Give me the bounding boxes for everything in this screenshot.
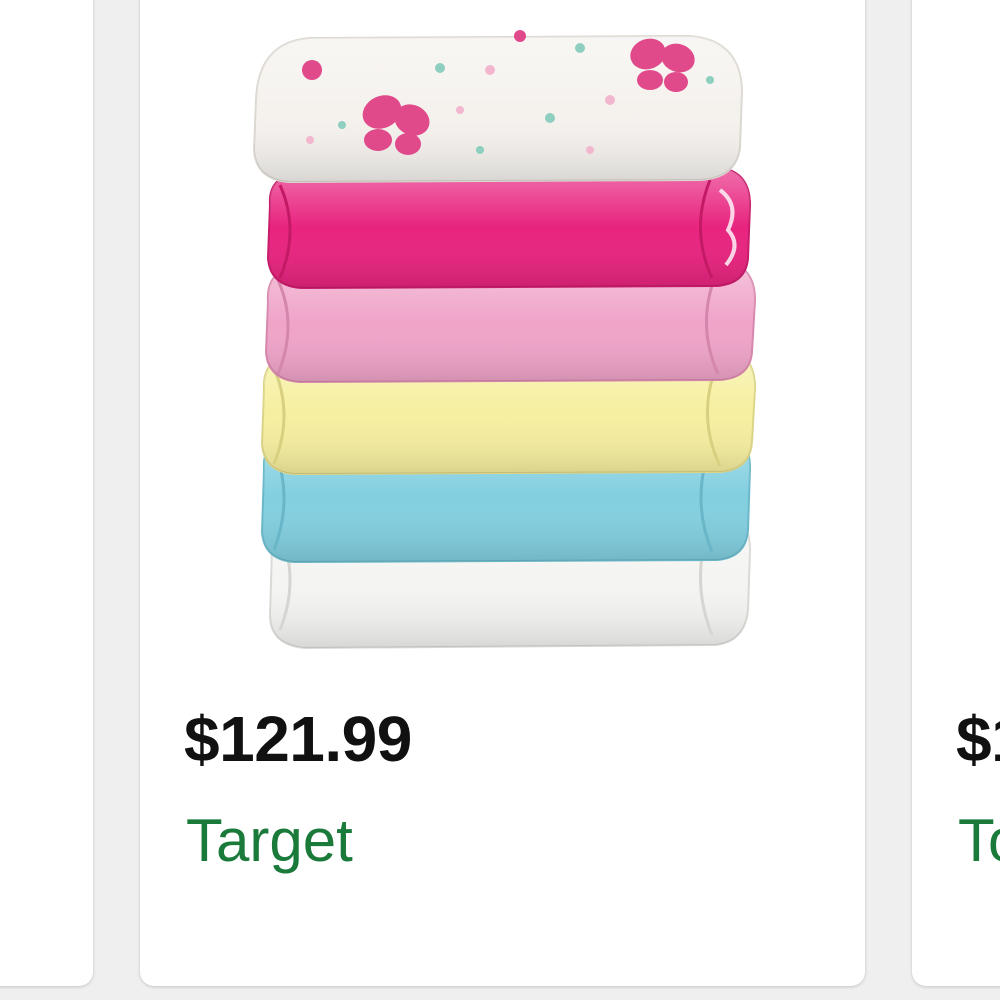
diaper-butterfly-print: [252, 30, 744, 184]
product-price: $121.99: [184, 703, 412, 775]
product-price: $1: [956, 703, 1000, 775]
shopping-results-carousel: $121.99 Target $1 To: [0, 0, 1000, 1000]
product-card-right[interactable]: $1 To: [912, 0, 1000, 986]
product-card-main[interactable]: $121.99 Target: [140, 0, 865, 986]
store-name-link[interactable]: Target: [186, 806, 353, 875]
product-image-diapers[interactable]: [250, 30, 760, 670]
diaper-hot-pink: [266, 166, 752, 290]
store-name-link[interactable]: To: [958, 806, 1000, 875]
product-card-left[interactable]: [0, 0, 93, 986]
